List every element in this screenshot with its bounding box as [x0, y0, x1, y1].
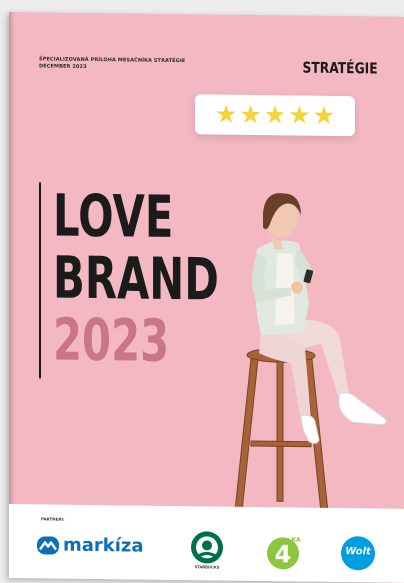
magazine-cover: ŠPECIALIZOVANÁ PRÍLOHA MESAČNÍKA STRATÉG… — [9, 12, 404, 583]
title-year: 2023 — [53, 305, 170, 375]
markiza-logo: markíza — [37, 534, 144, 557]
star-icon: ★ — [239, 100, 262, 129]
four-ka-logo: 4 KA — [267, 533, 303, 576]
partner-logos: markíza STARBUCKS 4 KA Wolt — [9, 528, 404, 577]
markiza-wordmark: markíza — [63, 534, 144, 557]
star-icon: ★ — [312, 101, 336, 130]
title-line-love: LOVE — [53, 181, 174, 252]
partners-footer: PARTNERI: markíza STARBUCKS 4 KA Wolt — [9, 504, 404, 583]
strategie-logo: STRATÉGIE — [302, 58, 378, 78]
title-line-brand: BRAND — [53, 243, 219, 314]
cover-subtitle: ŠPECIALIZOVANÁ PRÍLOHA MESAČNÍKA STRATÉG… — [39, 56, 185, 72]
svg-text:4: 4 — [275, 540, 292, 568]
wolt-logo: Wolt — [341, 536, 375, 571]
four-ka-wordmark: KA — [291, 536, 301, 543]
partners-label: PARTNERI: — [41, 516, 65, 522]
title-divider — [39, 182, 41, 379]
cover-title: LOVE BRAND 2023 — [53, 181, 219, 375]
star-icon: ★ — [214, 100, 238, 129]
star-icon: ★ — [263, 100, 287, 129]
markiza-icon — [37, 535, 59, 555]
four-ka-icon: 4 KA — [267, 536, 301, 570]
starbucks-logo: STARBUCKS — [187, 530, 227, 574]
starbucks-wordmark: STARBUCKS — [194, 564, 220, 570]
starbucks-icon — [191, 531, 223, 564]
star-icon: ★ — [288, 100, 311, 130]
wolt-wordmark: Wolt — [345, 546, 371, 558]
rating-card: ★ ★ ★ ★ ★ — [195, 94, 355, 137]
woman-on-stool-illustration — [234, 193, 387, 510]
